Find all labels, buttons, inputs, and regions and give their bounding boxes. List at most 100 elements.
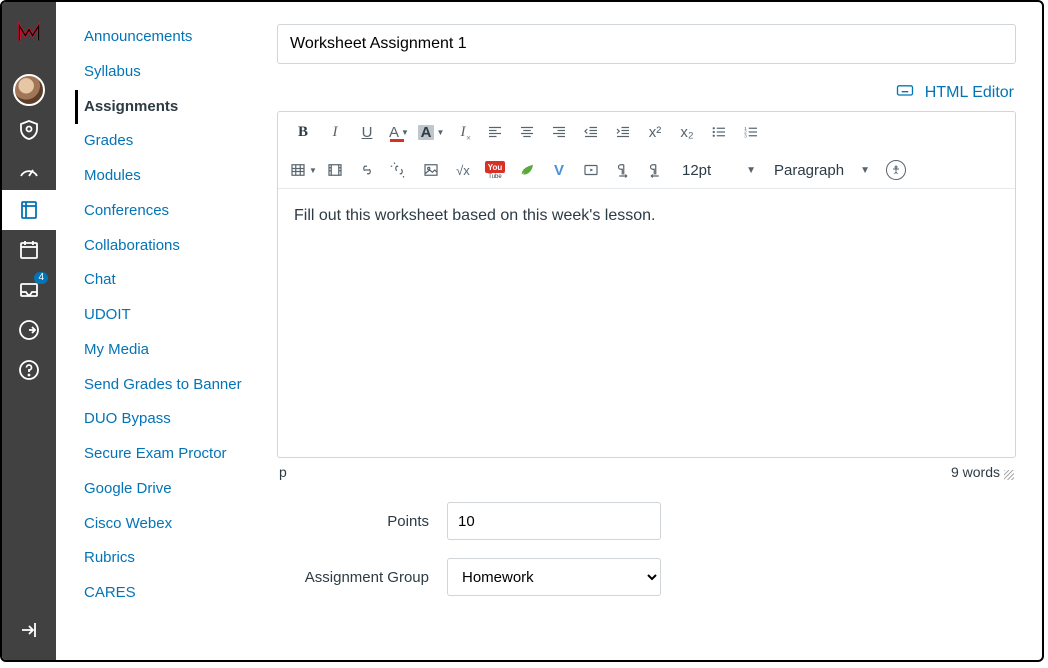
course-nav-collaborations[interactable]: Collaborations <box>75 229 251 264</box>
course-nav-conferences[interactable]: Conferences <box>75 194 251 229</box>
editor-textarea[interactable]: Fill out this worksheet based on this we… <box>278 189 1015 457</box>
align-right-button[interactable] <box>544 118 574 146</box>
subscript-button[interactable]: x₂ <box>672 118 702 146</box>
nav-collapse-toggle[interactable] <box>2 610 56 650</box>
assignment-group-label: Assignment Group <box>277 569 447 586</box>
course-nav-secure-exam[interactable]: Secure Exam Proctor <box>75 437 251 472</box>
assignment-group-select[interactable]: Homework <box>447 558 661 596</box>
course-nav-modules[interactable]: Modules <box>75 159 251 194</box>
course-nav-assignments[interactable]: Assignments <box>75 90 251 125</box>
unlink-icon <box>390 161 408 179</box>
external-tool-button[interactable] <box>512 156 542 184</box>
svg-text:3: 3 <box>744 133 747 138</box>
inbox-badge: 4 <box>34 272 48 284</box>
course-nav-syllabus[interactable]: Syllabus <box>75 55 251 90</box>
nav-admin[interactable] <box>2 110 56 150</box>
numbered-list-button[interactable]: 123 <box>736 118 766 146</box>
align-center-button[interactable] <box>512 118 542 146</box>
help-icon <box>17 358 41 382</box>
youtube-button[interactable]: YouTube <box>480 156 510 184</box>
indent-button[interactable] <box>608 118 638 146</box>
outdent-icon <box>582 123 600 141</box>
bullet-list-icon <box>710 123 728 141</box>
course-nav-duo-bypass[interactable]: DUO Bypass <box>75 402 251 437</box>
editor-path[interactable]: p <box>279 464 287 480</box>
link-icon <box>358 161 376 179</box>
table-icon <box>289 161 307 179</box>
rtl-button[interactable] <box>640 156 670 184</box>
points-label: Points <box>277 513 447 530</box>
vimeo-button[interactable]: V <box>544 156 574 184</box>
course-nav-rubrics[interactable]: Rubrics <box>75 541 251 576</box>
superscript-button[interactable]: x² <box>640 118 670 146</box>
assignment-edit-main: HTML Editor B I U A▼ A▼ I× x² x₂ 123 <box>251 2 1042 660</box>
leaf-icon <box>518 161 536 179</box>
editor-toolbar: B I U A▼ A▼ I× x² x₂ 123 ▼ <box>278 112 1015 189</box>
shield-icon <box>17 118 41 142</box>
nav-dashboard[interactable] <box>2 150 56 190</box>
table-button[interactable]: ▼ <box>288 156 318 184</box>
font-color-button[interactable]: A▼ <box>384 118 414 146</box>
bullet-list-button[interactable] <box>704 118 734 146</box>
link-button[interactable] <box>352 156 382 184</box>
keyboard-shortcuts-button[interactable] <box>895 80 915 105</box>
background-color-button[interactable]: A▼ <box>416 118 446 146</box>
italic-button[interactable]: I <box>320 118 350 146</box>
block-format-select[interactable]: Paragraph▼ <box>764 156 876 184</box>
word-count: 9 words <box>951 464 1000 480</box>
points-input[interactable] <box>447 502 661 540</box>
image-icon <box>422 161 440 179</box>
align-left-icon <box>486 123 504 141</box>
unlink-button[interactable] <box>384 156 414 184</box>
commons-share-icon <box>17 318 41 342</box>
outdent-button[interactable] <box>576 118 606 146</box>
nav-help[interactable] <box>2 350 56 390</box>
course-nav: Announcements Syllabus Assignments Grade… <box>56 2 251 660</box>
rich-content-editor: B I U A▼ A▼ I× x² x₂ 123 ▼ <box>277 111 1016 458</box>
numbered-list-icon: 123 <box>742 123 760 141</box>
align-right-icon <box>550 123 568 141</box>
pilcrow-ltr-icon <box>614 161 632 179</box>
bold-button[interactable]: B <box>288 118 318 146</box>
course-nav-grades[interactable]: Grades <box>75 124 251 159</box>
accessibility-checker-button[interactable] <box>886 160 906 180</box>
film-icon <box>326 161 344 179</box>
image-button[interactable] <box>416 156 446 184</box>
course-nav-send-grades[interactable]: Send Grades to Banner <box>75 368 251 403</box>
html-editor-toggle[interactable]: HTML Editor <box>925 84 1014 102</box>
assignment-title-input[interactable] <box>277 24 1016 64</box>
nav-calendar[interactable] <box>2 230 56 270</box>
speedometer-icon <box>17 158 41 182</box>
pilcrow-rtl-icon <box>646 161 664 179</box>
underline-button[interactable]: U <box>352 118 382 146</box>
institution-logo[interactable] <box>9 12 49 52</box>
course-nav-cares[interactable]: CARES <box>75 576 251 611</box>
video-play-icon <box>582 161 600 179</box>
course-nav-announcements[interactable]: Announcements <box>75 20 251 55</box>
person-icon <box>890 164 902 176</box>
ltr-button[interactable] <box>608 156 638 184</box>
course-nav-udoit[interactable]: UDOIT <box>75 298 251 333</box>
indent-icon <box>614 123 632 141</box>
nav-inbox[interactable]: 4 <box>2 270 56 310</box>
global-nav: 4 <box>2 2 56 660</box>
align-center-icon <box>518 123 536 141</box>
keyboard-icon <box>895 80 915 100</box>
clear-formatting-button[interactable]: I× <box>448 118 478 146</box>
course-nav-cisco-webex[interactable]: Cisco Webex <box>75 507 251 542</box>
avatar <box>13 74 45 106</box>
font-size-select[interactable]: 12pt▼ <box>672 156 762 184</box>
course-nav-my-media[interactable]: My Media <box>75 333 251 368</box>
nav-account[interactable] <box>2 70 56 110</box>
math-button[interactable]: √x <box>448 156 478 184</box>
insert-media-button[interactable] <box>320 156 350 184</box>
nav-commons[interactable] <box>2 310 56 350</box>
embed-video-button[interactable] <box>576 156 606 184</box>
nav-courses[interactable] <box>2 190 56 230</box>
course-nav-chat[interactable]: Chat <box>75 263 251 298</box>
course-nav-google-drive[interactable]: Google Drive <box>75 472 251 507</box>
align-left-button[interactable] <box>480 118 510 146</box>
book-icon <box>17 198 41 222</box>
editor-resize-handle[interactable] <box>1004 470 1014 480</box>
collapse-arrow-icon <box>17 618 41 642</box>
